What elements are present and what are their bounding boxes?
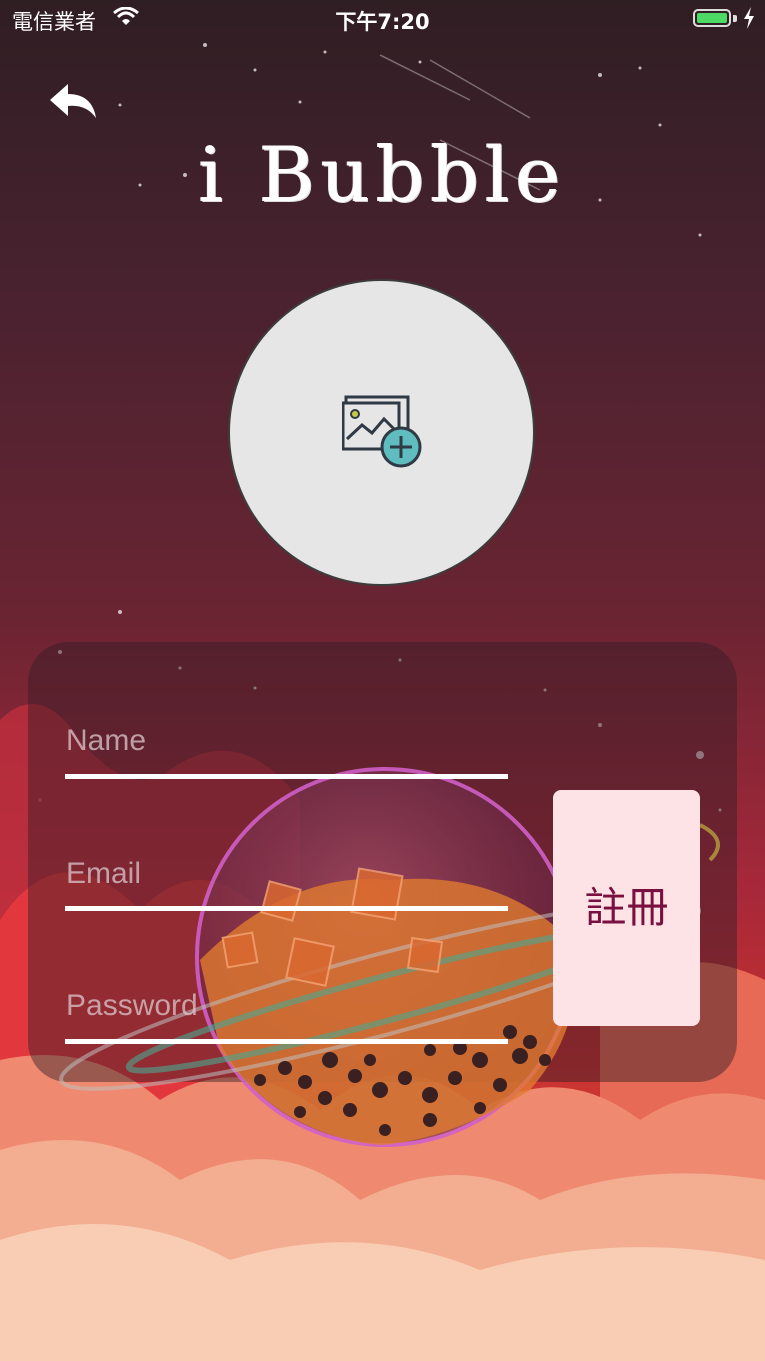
- register-button[interactable]: 註冊: [553, 790, 700, 1026]
- app-title: i Bubble: [198, 130, 567, 219]
- status-time: 下午7:20: [335, 10, 430, 34]
- back-arrow-icon[interactable]: [46, 80, 100, 124]
- email-underline: [65, 906, 508, 911]
- add-image-icon: [342, 395, 422, 468]
- status-bar: 電信業者 下午7:20: [0, 0, 765, 40]
- name-field-label: Name: [66, 724, 147, 757]
- battery-icon: [693, 9, 731, 27]
- battery-cap: [733, 15, 737, 22]
- password-underline: [65, 1039, 508, 1044]
- name-underline: [65, 774, 508, 779]
- charging-icon: [744, 7, 754, 29]
- password-field-label: Password: [66, 989, 198, 1022]
- avatar-picker-button[interactable]: [228, 279, 535, 586]
- email-field-label: Email: [66, 857, 142, 890]
